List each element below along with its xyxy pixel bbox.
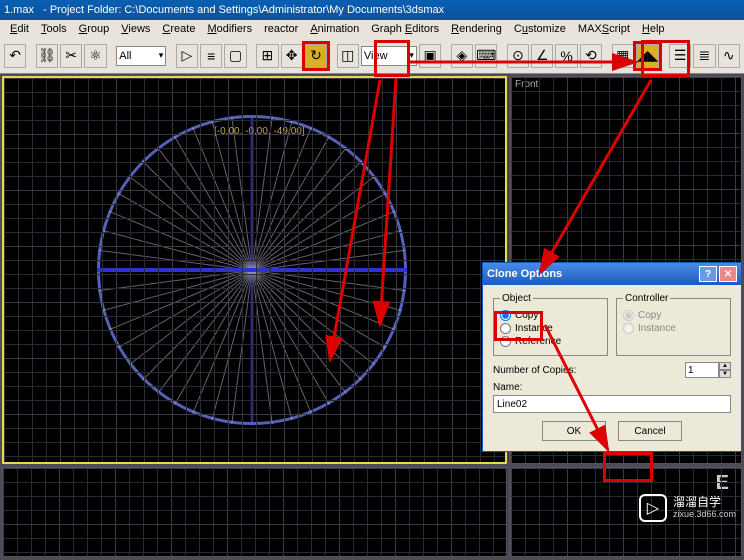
menu-group[interactable]: Group [73, 22, 116, 36]
copies-input[interactable] [685, 362, 719, 378]
name-label: Name: [493, 382, 731, 393]
menu-create[interactable]: Create [156, 22, 201, 36]
dialog-title-bar[interactable]: Clone Options ? ✕ [483, 263, 741, 285]
spinner-up[interactable]: ▲ [719, 362, 731, 370]
cancel-button[interactable]: Cancel [618, 421, 682, 441]
select-region-button[interactable]: ▢ [224, 44, 246, 68]
radio-copy[interactable] [500, 310, 511, 321]
radio-reference[interactable] [500, 336, 511, 347]
dialog-help-button[interactable]: ? [699, 266, 717, 282]
select-button[interactable]: ▷ [176, 44, 198, 68]
copies-spinner[interactable]: ▲ ▼ [685, 362, 731, 378]
menu-views[interactable]: Views [115, 22, 156, 36]
window-title: 1.max - Project Folder: C:\Documents and… [4, 4, 444, 16]
unlink-button[interactable]: ✂ [60, 44, 82, 68]
object-fieldset: Object Copy Instance Reference [493, 293, 608, 356]
radio-ctrl-instance [623, 323, 634, 334]
selection-filter-dropdown[interactable]: All [116, 46, 166, 66]
viewport-label-front: Front [515, 79, 538, 90]
align-button[interactable]: ☰ [669, 44, 691, 68]
controller-fieldset: Controller Copy Instance [616, 293, 731, 356]
pivot-button[interactable]: ▣ [419, 44, 441, 68]
radio-ctrl-copy [623, 310, 634, 321]
menu-maxscript[interactable]: MAXScript [572, 22, 636, 36]
radio-ctrl-instance-label: Instance [638, 323, 676, 334]
menu-modifiers[interactable]: Modifiers [201, 22, 258, 36]
menu-help[interactable]: Help [636, 22, 671, 36]
menu-customize[interactable]: Customize [508, 22, 572, 36]
menu-graph-editors[interactable]: Graph Editors [365, 22, 445, 36]
menu-edit[interactable]: Edit [4, 22, 35, 36]
radio-copy-label: Copy [515, 310, 538, 321]
radio-ctrl-copy-label: Copy [638, 310, 661, 321]
select-rotate-button[interactable]: ↻ [305, 44, 327, 68]
menu-tools[interactable]: Tools [35, 22, 73, 36]
undo-button[interactable]: ↶ [4, 44, 26, 68]
manipulate-button[interactable]: ◈ [451, 44, 473, 68]
viewport-bottom-left[interactable] [2, 467, 507, 557]
percent-snap-button[interactable]: % [555, 44, 577, 68]
snap-button[interactable]: ⊙ [507, 44, 529, 68]
reference-coord-dropdown[interactable]: View [361, 46, 417, 66]
clone-options-dialog: Clone Options ? ✕ Object Copy Instance R… [482, 262, 742, 452]
name-input[interactable] [493, 395, 731, 413]
select-name-button[interactable]: ≡ [200, 44, 222, 68]
radio-instance-label: Instance [515, 323, 553, 334]
radio-reference-label: Reference [515, 336, 561, 347]
main-toolbar: ↶ ⛓ ✂ ⚛ All ▷ ≡ ▢ ⊞ ✥ ↻ ◫ View ▣ ◈ ⌨ ⊙ ∠… [0, 38, 744, 74]
layer-button[interactable]: ≣ [693, 44, 715, 68]
spinner-down[interactable]: ▼ [719, 370, 731, 378]
play-icon: ▷ [639, 494, 667, 522]
window-crossing-button[interactable]: ⊞ [256, 44, 278, 68]
keyboard-shortcut-button[interactable]: ⌨ [475, 44, 497, 68]
radio-ctrl-instance-row: Instance [623, 323, 724, 334]
watermark-url: zixue.3d66.com [673, 510, 736, 520]
spinner-snap-button[interactable]: ⟲ [580, 44, 602, 68]
select-scale-button[interactable]: ◫ [337, 44, 359, 68]
watermark: ▷ 溜溜自学 zixue.3d66.com [639, 494, 736, 522]
select-move-button[interactable]: ✥ [281, 44, 303, 68]
menu-rendering[interactable]: Rendering [445, 22, 508, 36]
radio-reference-row[interactable]: Reference [500, 336, 601, 347]
object-legend: Object [500, 293, 533, 304]
dialog-title: Clone Options [487, 268, 562, 280]
dialog-close-button[interactable]: ✕ [719, 266, 737, 282]
controller-legend: Controller [623, 293, 670, 304]
menu-animation[interactable]: Animation [304, 22, 365, 36]
ok-button[interactable]: OK [542, 421, 606, 441]
named-selection-button[interactable]: ▦ [612, 44, 634, 68]
menu-reactor[interactable]: reactor [258, 22, 304, 36]
title-bar: 1.max - Project Folder: C:\Documents and… [0, 0, 744, 20]
link-button[interactable]: ⛓ [36, 44, 58, 68]
bind-button[interactable]: ⚛ [84, 44, 106, 68]
menu-bar: Edit Tools Group Views Create Modifiers … [0, 20, 744, 38]
radio-instance-row[interactable]: Instance [500, 323, 601, 334]
logo-letter: E [716, 472, 729, 495]
angle-snap-button[interactable]: ∠ [531, 44, 553, 68]
viewport-top-left[interactable]: [-0.00, -0.00, -49.00] [2, 76, 507, 464]
radio-instance[interactable] [500, 323, 511, 334]
radio-copy-row[interactable]: Copy [500, 310, 601, 321]
mirror-button[interactable]: ◢◣ [636, 44, 660, 68]
curve-editor-button[interactable]: ∿ [718, 44, 740, 68]
radio-ctrl-copy-row: Copy [623, 310, 724, 321]
copies-label: Number of Copies: [493, 365, 576, 376]
watermark-brand: 溜溜自学 [673, 496, 736, 509]
